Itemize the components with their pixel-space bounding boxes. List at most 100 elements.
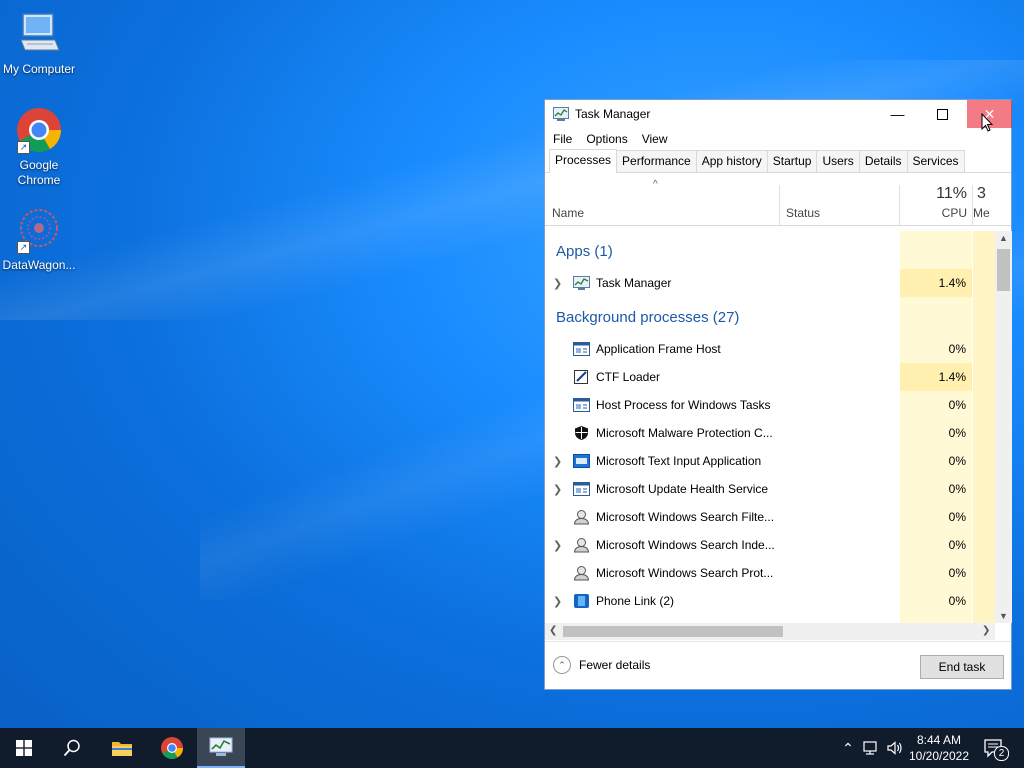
tab-users[interactable]: Users bbox=[816, 150, 860, 172]
search-user-icon bbox=[573, 510, 590, 525]
desktop-icon-my-computer[interactable]: My Computer bbox=[0, 10, 78, 77]
clock-date: 10/20/2022 bbox=[908, 749, 970, 763]
column-status[interactable]: Status bbox=[786, 206, 820, 220]
notification-count: 2 bbox=[994, 746, 1009, 761]
group-apps[interactable]: Apps (1) bbox=[556, 243, 613, 260]
table-row[interactable]: ❯ Task Manager 1.4% bbox=[545, 269, 995, 297]
chrome-icon: ↗ bbox=[15, 106, 63, 154]
chevron-right-icon[interactable]: ❯ bbox=[553, 595, 562, 608]
window-app-icon bbox=[573, 482, 590, 496]
process-name: Microsoft Text Input Application bbox=[596, 454, 762, 468]
taskbar: ⌃ 8:44 AM 10/20/2022 2 bbox=[0, 728, 1024, 768]
menu-options[interactable]: Options bbox=[586, 132, 627, 146]
table-row[interactable]: Microsoft Windows Search Prot... 0% bbox=[545, 559, 995, 587]
process-cpu: 0% bbox=[948, 538, 966, 552]
datawagon-icon: ↗ bbox=[15, 206, 63, 254]
desktop-icon-datawagon[interactable]: ↗ DataWagon... bbox=[0, 206, 78, 273]
table-row[interactable]: Application Frame Host 0% bbox=[545, 335, 995, 363]
clock[interactable]: 8:44 AM 10/20/2022 bbox=[900, 732, 978, 764]
table-row[interactable]: ❯ Microsoft Windows Search Inde... 0% bbox=[545, 531, 995, 559]
tab-performance[interactable]: Performance bbox=[616, 150, 697, 172]
column-name[interactable]: Name bbox=[552, 206, 584, 220]
menu-file[interactable]: File bbox=[553, 132, 572, 146]
system-tray: ⌃ bbox=[838, 728, 904, 768]
memory-total-percent: 3 bbox=[977, 185, 986, 202]
process-name: Task Manager bbox=[596, 276, 672, 290]
search-icon bbox=[63, 739, 80, 757]
taskbar-task-manager[interactable] bbox=[197, 728, 245, 768]
column-memory[interactable]: Me bbox=[973, 206, 990, 220]
notification-center-button[interactable]: 2 bbox=[982, 736, 1009, 761]
desktop-icon-google-chrome[interactable]: ↗ Google Chrome bbox=[0, 106, 78, 188]
tab-strip: Processes Performance App history Startu… bbox=[545, 149, 1011, 173]
table-row[interactable]: Microsoft Malware Protection C... 0% bbox=[545, 419, 995, 447]
search-user-icon bbox=[573, 566, 590, 581]
process-cpu: 0% bbox=[948, 482, 966, 496]
tab-processes[interactable]: Processes bbox=[549, 149, 618, 173]
phone-link-icon bbox=[574, 594, 589, 608]
start-button[interactable] bbox=[0, 728, 48, 768]
windows-logo-icon bbox=[16, 740, 32, 756]
process-cpu: 1.4% bbox=[938, 370, 966, 384]
table-row[interactable]: ❯ Microsoft Update Health Service 0% bbox=[545, 475, 995, 503]
fewer-details-button[interactable]: ⌃ Fewer details bbox=[553, 656, 650, 674]
end-task-button[interactable]: End task bbox=[920, 655, 1004, 679]
process-cpu: 0% bbox=[948, 510, 966, 524]
chevron-right-icon[interactable]: ❯ bbox=[553, 455, 562, 468]
column-header: ^ Name Status 11% CPU 3 Me bbox=[545, 173, 1011, 226]
network-icon[interactable] bbox=[862, 740, 880, 756]
minimize-button[interactable]: — bbox=[875, 100, 920, 128]
process-name: Host Process for Windows Tasks bbox=[596, 398, 771, 412]
search-button[interactable] bbox=[48, 728, 96, 768]
minimize-icon: — bbox=[890, 106, 905, 122]
table-row[interactable]: Host Process for Windows Tasks 0% bbox=[545, 391, 995, 419]
computer-icon bbox=[15, 10, 63, 58]
taskbar-google-chrome[interactable] bbox=[148, 728, 196, 768]
taskbar-file-explorer[interactable] bbox=[98, 728, 146, 768]
scroll-down-icon[interactable]: ▼ bbox=[999, 611, 1008, 621]
maximize-button[interactable] bbox=[920, 100, 965, 128]
maximize-icon bbox=[937, 108, 948, 120]
process-name: Microsoft Windows Search Prot... bbox=[596, 566, 774, 580]
scroll-left-icon[interactable]: ❮ bbox=[549, 625, 557, 636]
shortcut-arrow-icon: ↗ bbox=[17, 241, 30, 254]
task-manager-icon bbox=[209, 737, 233, 756]
footer-bar: ⌃ Fewer details End task bbox=[545, 641, 1011, 690]
group-background-processes[interactable]: Background processes (27) bbox=[556, 309, 739, 326]
table-row[interactable]: Microsoft Windows Search Filte... 0% bbox=[545, 503, 995, 531]
process-list: Apps (1) ❯ Task Manager 1.4% Background … bbox=[545, 231, 995, 623]
scroll-thumb[interactable] bbox=[997, 249, 1010, 291]
task-manager-icon bbox=[553, 107, 569, 121]
chevron-right-icon[interactable]: ❯ bbox=[553, 483, 562, 496]
menu-view[interactable]: View bbox=[642, 132, 668, 146]
chevron-right-icon[interactable]: ❯ bbox=[553, 539, 562, 552]
column-cpu[interactable]: CPU bbox=[901, 206, 967, 220]
table-row[interactable]: ❯ Microsoft Text Input Application 0% bbox=[545, 447, 995, 475]
tab-services[interactable]: Services bbox=[906, 150, 965, 172]
chevron-up-icon[interactable]: ⌃ bbox=[838, 740, 858, 757]
process-cpu: 0% bbox=[948, 594, 966, 608]
desktop-icon-label: My Computer bbox=[2, 62, 76, 76]
process-name: Phone Link (2) bbox=[596, 594, 675, 608]
title-bar[interactable]: Task Manager — ✕ bbox=[545, 100, 1012, 128]
scroll-right-icon[interactable]: ❯ bbox=[982, 625, 990, 636]
tab-startup[interactable]: Startup bbox=[766, 150, 818, 172]
menu-bar: File Options View bbox=[545, 128, 1011, 150]
vertical-scrollbar[interactable]: ▲ ▼ bbox=[995, 231, 1012, 623]
tab-app-history[interactable]: App history bbox=[695, 150, 768, 172]
tab-details[interactable]: Details bbox=[858, 150, 908, 172]
desktop-icon-label: Google Chrome bbox=[17, 158, 61, 187]
search-user-icon bbox=[573, 538, 590, 553]
process-name: Application Frame Host bbox=[596, 342, 721, 356]
scroll-up-icon[interactable]: ▲ bbox=[999, 233, 1008, 243]
horizontal-scrollbar[interactable]: ❮ ❯ bbox=[545, 623, 995, 640]
shield-icon bbox=[575, 426, 588, 440]
table-row[interactable]: ❯ Phone Link (2) 0% bbox=[545, 587, 995, 615]
window-title: Task Manager bbox=[575, 107, 651, 121]
window-app-icon bbox=[573, 398, 590, 412]
chevron-right-icon[interactable]: ❯ bbox=[553, 277, 562, 290]
process-name: Microsoft Windows Search Filte... bbox=[596, 510, 775, 524]
shortcut-arrow-icon: ↗ bbox=[17, 141, 30, 154]
table-row[interactable]: CTF Loader 1.4% bbox=[545, 363, 995, 391]
scroll-thumb[interactable] bbox=[563, 626, 783, 637]
